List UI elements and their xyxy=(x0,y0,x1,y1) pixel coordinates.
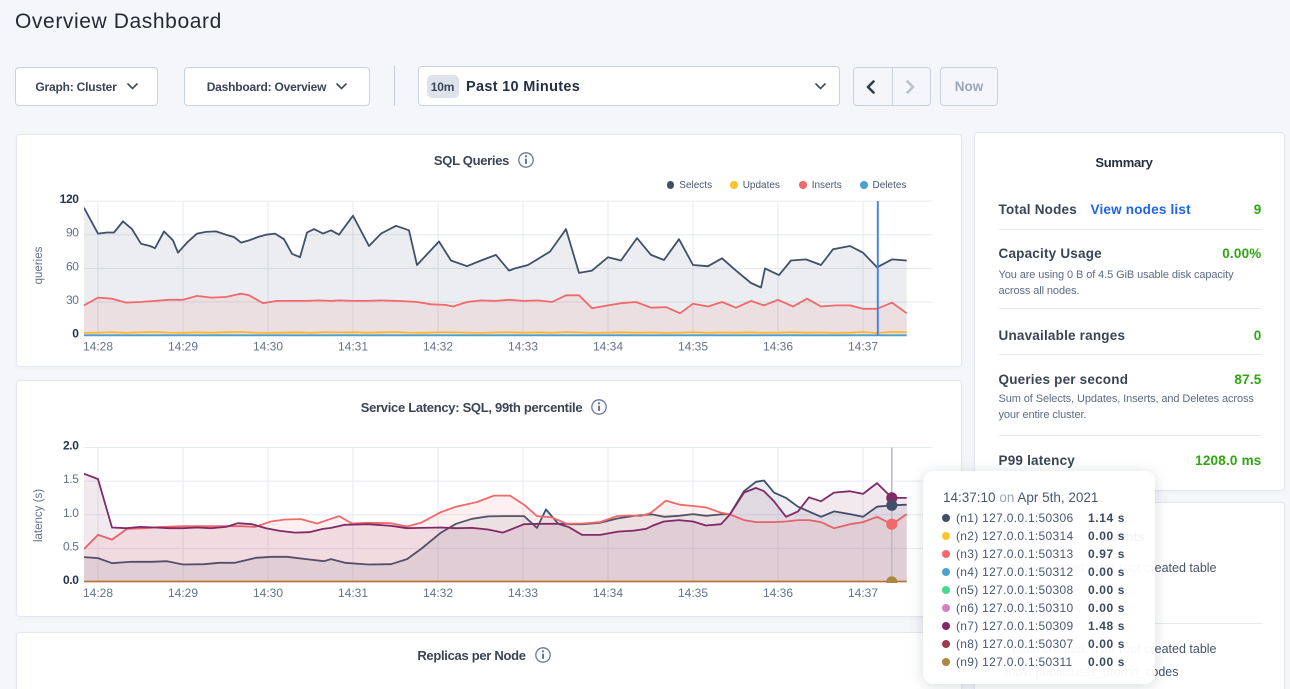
svg-text:14:28: 14:28 xyxy=(83,586,113,600)
svg-text:14:32: 14:32 xyxy=(423,339,453,353)
svg-text:14:29: 14:29 xyxy=(168,586,198,600)
svg-text:1.5: 1.5 xyxy=(63,472,79,486)
svg-text:0.0: 0.0 xyxy=(63,573,79,587)
svg-text:14:34: 14:34 xyxy=(593,339,623,353)
svg-text:14:29: 14:29 xyxy=(168,339,198,353)
svg-text:14:31: 14:31 xyxy=(338,339,368,353)
svg-text:14:36: 14:36 xyxy=(763,339,793,353)
svg-text:queries: queries xyxy=(33,246,45,284)
svg-text:0: 0 xyxy=(72,326,79,340)
svg-text:14:36: 14:36 xyxy=(763,586,793,600)
svg-text:14:33: 14:33 xyxy=(508,586,538,600)
svg-text:14:34: 14:34 xyxy=(593,586,623,600)
svg-text:14:30: 14:30 xyxy=(253,586,283,600)
svg-text:1.0: 1.0 xyxy=(63,506,79,520)
svg-text:60: 60 xyxy=(66,259,79,273)
svg-text:30: 30 xyxy=(66,293,79,307)
svg-text:latency (s): latency (s) xyxy=(33,489,45,542)
svg-text:14:35: 14:35 xyxy=(678,586,708,600)
svg-text:14:33: 14:33 xyxy=(508,339,538,353)
svg-text:14:37: 14:37 xyxy=(848,339,878,353)
svg-text:2.0: 2.0 xyxy=(63,439,79,453)
svg-text:14:32: 14:32 xyxy=(423,586,453,600)
svg-text:0.5: 0.5 xyxy=(63,539,79,553)
svg-text:90: 90 xyxy=(66,225,79,239)
svg-text:14:37: 14:37 xyxy=(848,586,878,600)
svg-text:14:31: 14:31 xyxy=(338,586,368,600)
svg-text:14:30: 14:30 xyxy=(253,339,283,353)
svg-text:14:35: 14:35 xyxy=(678,339,708,353)
svg-text:14:28: 14:28 xyxy=(83,339,113,353)
svg-text:120: 120 xyxy=(60,192,80,206)
